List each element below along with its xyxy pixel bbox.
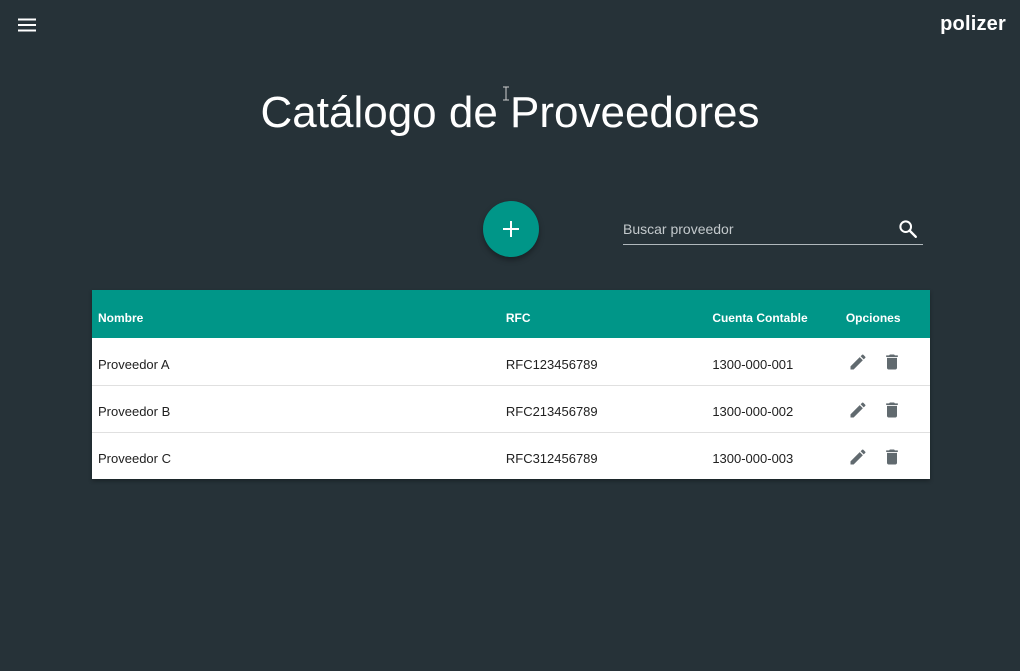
page-title: Catálogo de Proveedores [260, 88, 760, 137]
search-input[interactable] [623, 216, 893, 242]
pencil-edit-icon [850, 401, 866, 417]
pencil-edit-icon [850, 449, 866, 465]
cell-cuenta-contable: 1300-000-001 [712, 356, 794, 372]
cell-rfc: RFC123456789 [505, 356, 598, 372]
cell-opciones [840, 338, 930, 385]
edit-button[interactable] [846, 398, 870, 422]
cell-rfc: RFC312456789 [505, 451, 598, 467]
delete-button[interactable] [880, 445, 904, 469]
trash-delete-icon [885, 354, 898, 370]
search-icon[interactable] [897, 218, 919, 240]
pencil-edit-icon [850, 354, 866, 370]
hamburger-menu-icon [18, 18, 36, 32]
header-cuenta-contable: Cuenta Contable [712, 310, 808, 325]
cell-opciones [840, 385, 930, 432]
table-row: Proveedor C RFC312456789 1300-000-003 [92, 432, 930, 479]
hamburger-menu-button[interactable] [14, 12, 40, 38]
header-opciones: Opciones [845, 310, 901, 325]
table-row: Proveedor A RFC123456789 1300-000-001 [92, 338, 930, 385]
text-cursor-icon [503, 86, 509, 101]
brand-logo: polizer [940, 13, 1006, 35]
cell-nombre: Proveedor B [98, 404, 171, 419]
cell-nombre: Proveedor C [98, 451, 171, 467]
delete-button[interactable] [880, 350, 904, 374]
edit-button[interactable] [846, 350, 870, 374]
cell-opciones [840, 432, 930, 479]
providers-table: Nombre RFC Cuenta Contable Opciones Prov… [92, 290, 930, 479]
edit-button[interactable] [846, 445, 870, 469]
cell-cuenta-contable: 1300-000-003 [712, 451, 794, 467]
cell-rfc: RFC213456789 [505, 404, 598, 419]
search-field [623, 216, 923, 245]
cell-cuenta-contable: 1300-000-002 [712, 404, 794, 419]
table-row: Proveedor B RFC213456789 1300-000-002 [92, 385, 930, 432]
delete-button[interactable] [880, 398, 904, 422]
header-rfc: RFC [505, 310, 531, 325]
trash-delete-icon [885, 449, 898, 465]
cell-nombre: Proveedor A [98, 356, 170, 372]
header-nombre: Nombre [98, 310, 144, 325]
table-header-row: Nombre RFC Cuenta Contable Opciones [92, 290, 930, 338]
trash-delete-icon [885, 402, 898, 417]
add-provider-button[interactable] [483, 201, 539, 257]
plus-icon [503, 221, 519, 237]
